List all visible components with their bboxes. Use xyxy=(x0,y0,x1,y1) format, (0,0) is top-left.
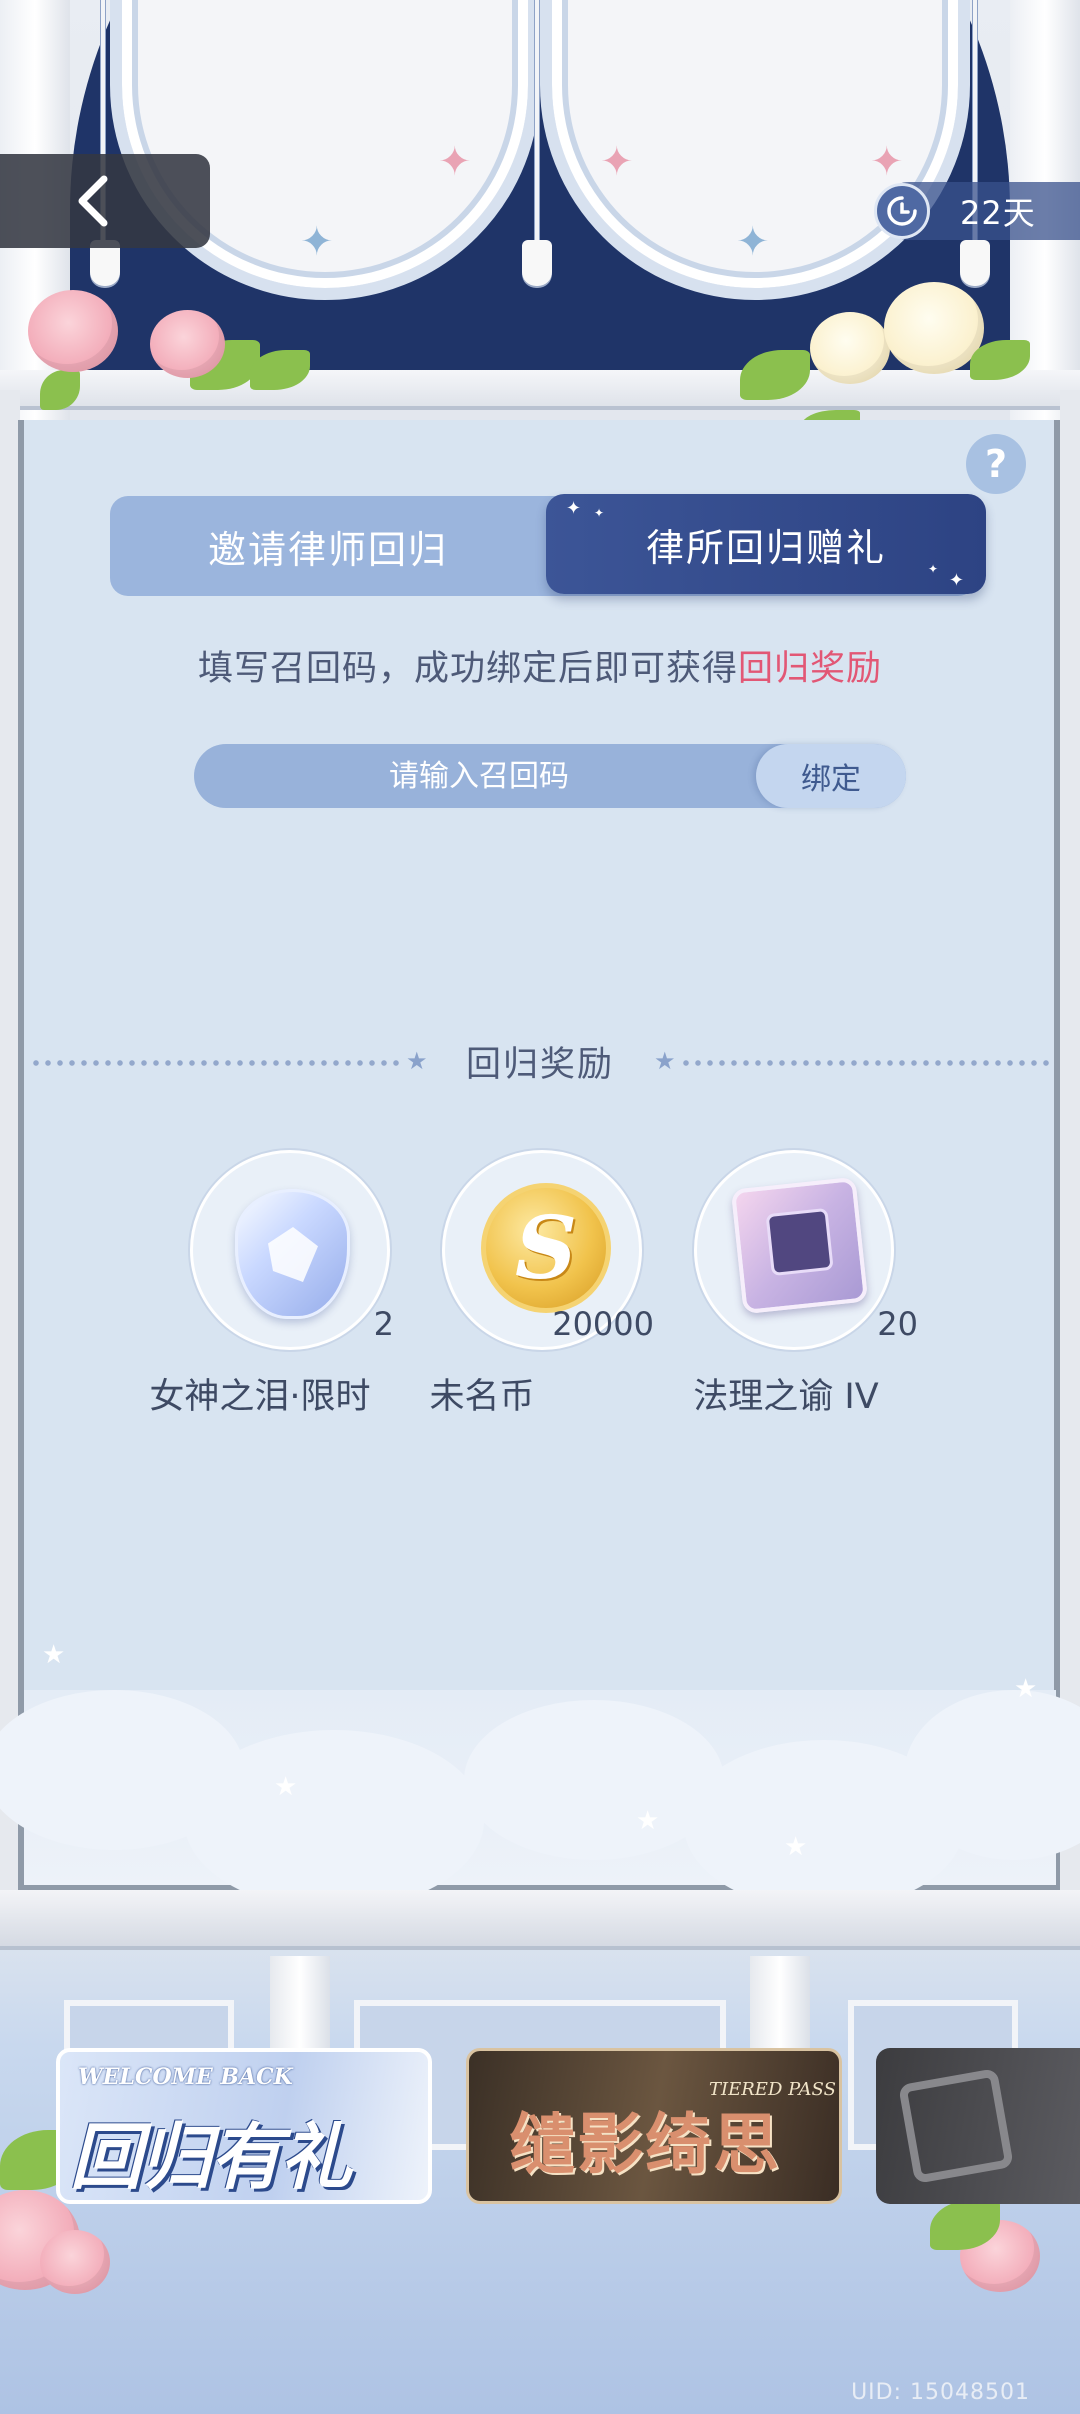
chevron-left-icon xyxy=(78,175,108,227)
center-pole xyxy=(534,0,540,270)
remaining-time-badge: 22天 xyxy=(874,182,1080,240)
star-icon: ✦ xyxy=(594,506,607,520)
recall-code-form: 绑定 xyxy=(194,744,906,808)
user-id-label: UID: 15048501 xyxy=(851,2380,1030,2405)
gold-coin-icon: S xyxy=(481,1183,611,1313)
reward-item[interactable]: 20 法理之谕 IV xyxy=(634,1150,918,1420)
tab-label: 邀请律师回归 xyxy=(207,527,448,572)
reward-quantity: 2 xyxy=(373,1305,394,1343)
event-banner[interactable] xyxy=(876,2048,1080,2204)
panel-frame-right xyxy=(1060,390,1080,1890)
remaining-time-text: 22天 xyxy=(960,194,1036,232)
help-button[interactable]: ? xyxy=(966,434,1026,494)
welcome-back-banner[interactable]: WELCOME BACK 回归有礼 xyxy=(56,2048,432,2204)
chip-card-icon xyxy=(730,1176,869,1315)
pink-rose-decoration xyxy=(40,2230,110,2294)
reward-name: 法理之谕 IV xyxy=(693,1377,879,1417)
panel-frame-left xyxy=(0,390,20,1890)
blue-sparkle-icon: ✦ xyxy=(736,219,770,265)
event-emblem-icon xyxy=(898,2068,1014,2184)
tab-label: 律所回归赠礼 xyxy=(645,525,886,570)
window-ledge xyxy=(0,370,1080,410)
star-icon: ★ xyxy=(274,1772,298,1802)
pink-sparkle-icon: ✦ xyxy=(600,139,634,185)
tab-return-gift[interactable]: 律所回归赠礼 ✦ ✦ ✦ ✦ xyxy=(546,494,986,594)
clock-icon xyxy=(874,183,930,239)
cream-rose-decoration xyxy=(810,312,890,384)
back-button[interactable] xyxy=(0,154,210,248)
reward-quantity: 20000 xyxy=(552,1305,654,1343)
reward-item[interactable]: S 20000 未名币 xyxy=(382,1150,654,1420)
pink-rose-decoration xyxy=(28,290,118,372)
bottom-ledge xyxy=(0,1890,1080,1950)
star-icon: ★ xyxy=(42,1640,66,1670)
banner-title: 回归有礼 xyxy=(70,2115,352,2199)
recall-code-hint: 填写召回码，成功绑定后即可获得回归奖励 xyxy=(0,640,1080,691)
pink-sparkle-icon: ✦ xyxy=(438,139,472,185)
pink-rose-decoration xyxy=(150,310,225,378)
hint-highlight-text: 回归奖励 xyxy=(738,649,883,689)
star-icon: ★ xyxy=(636,1806,660,1836)
teardrop-gem-icon xyxy=(235,1189,350,1319)
star-icon: ✦ xyxy=(566,498,584,519)
banner-subtitle: WELCOME BACK xyxy=(78,2064,293,2090)
rewards-section-title: 回归奖励 xyxy=(465,1045,614,1085)
star-icon: ★ xyxy=(1014,1674,1038,1704)
tab-invite-lawyer[interactable]: 邀请律师回归 xyxy=(110,496,546,596)
bind-button[interactable]: 绑定 xyxy=(756,744,906,808)
cloud-decoration: ★ ★ ★ ★ ★ xyxy=(0,1640,1080,1910)
tassel-center xyxy=(522,240,552,286)
reward-name: 未名币 xyxy=(429,1377,535,1417)
reward-quantity: 20 xyxy=(877,1305,918,1343)
tassel-right xyxy=(960,240,990,286)
leaf-decoration xyxy=(800,410,860,420)
pink-sparkle-icon: ✦ xyxy=(870,139,904,185)
cream-rose-decoration xyxy=(884,282,984,374)
blue-sparkle-icon: ✦ xyxy=(300,219,334,265)
hint-text: 填写召回码，成功绑定后即可获得 xyxy=(197,649,738,689)
tiered-pass-banner[interactable]: TIERED PASS 缱影绮思 xyxy=(466,2048,842,2204)
star-icon: ★ xyxy=(784,1832,808,1862)
star-icon: ✦ xyxy=(948,570,966,591)
recall-code-input[interactable] xyxy=(194,744,764,808)
banner-title: 缱影绮思 xyxy=(509,2106,781,2183)
tab-bar: 邀请律师回归 律所回归赠礼 ✦ ✦ ✦ ✦ xyxy=(110,494,986,596)
star-icon: ✦ xyxy=(927,562,940,576)
